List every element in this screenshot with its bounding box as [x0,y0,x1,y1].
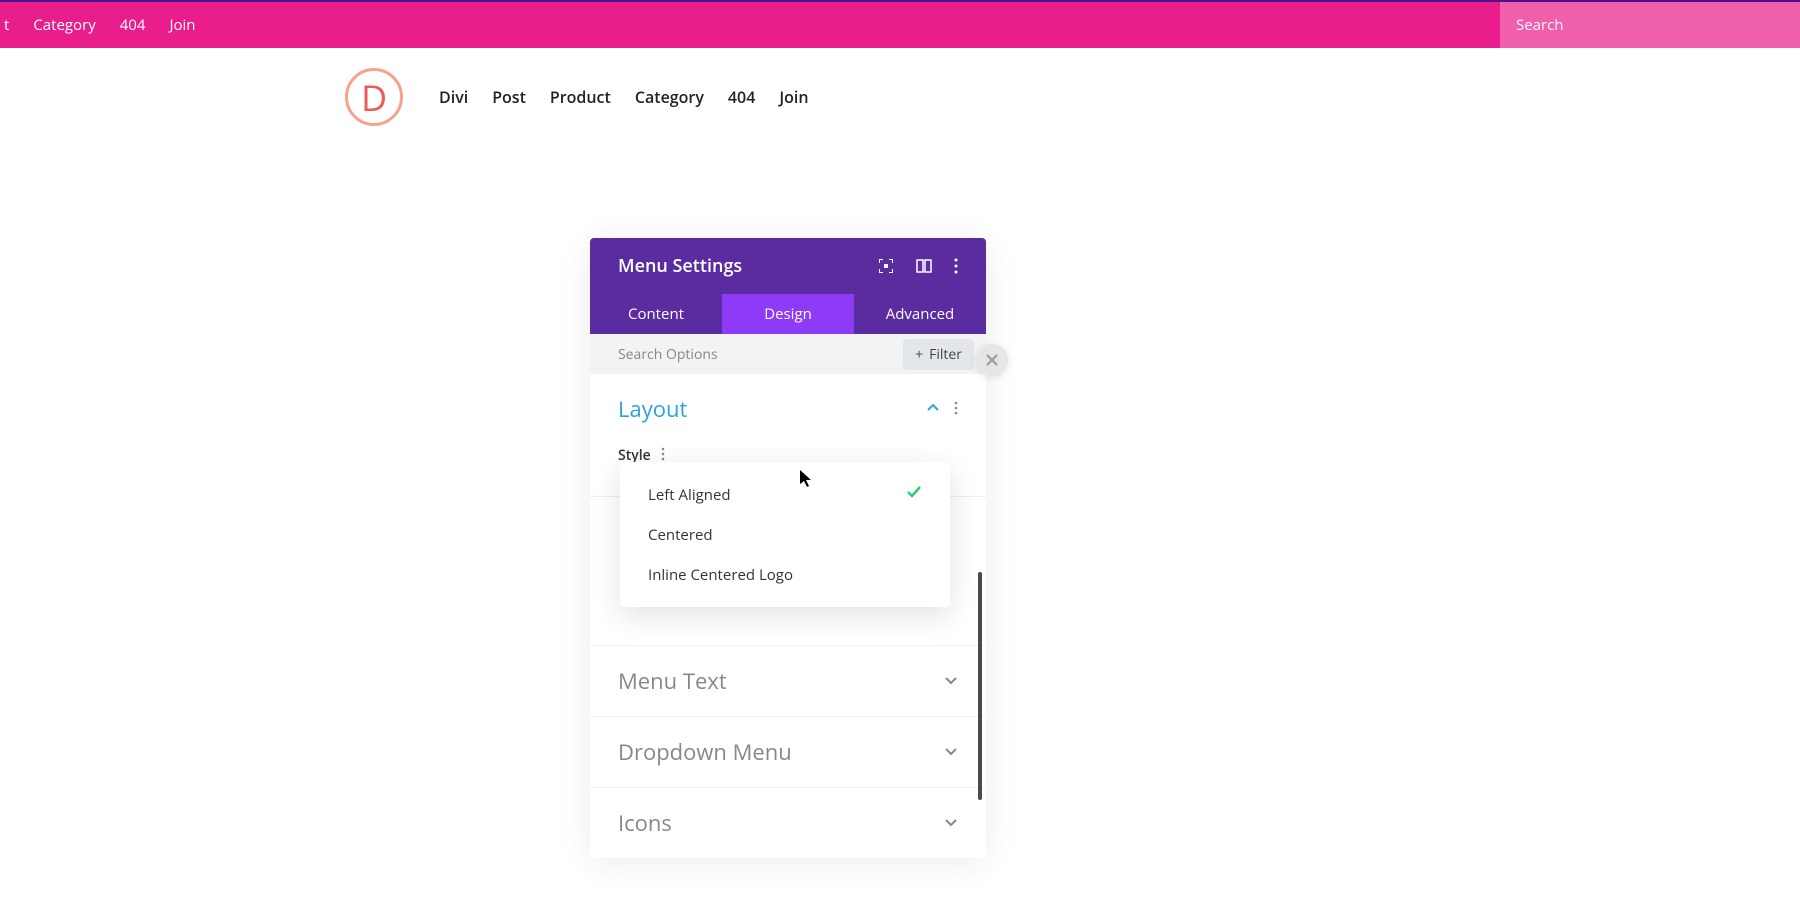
style-option-centered[interactable]: Centered [620,515,950,555]
collapsed-sections: Menu Text Dropdown Menu Icons [590,645,986,858]
modal-header-icons [878,258,958,274]
close-icon [984,352,1000,368]
section-dropdown-menu[interactable]: Dropdown Menu [590,716,986,787]
nav-link-product[interactable]: Product [550,86,611,108]
option-label: Centered [648,525,713,545]
tab-advanced[interactable]: Advanced [854,294,986,334]
close-modal-button[interactable] [976,344,1008,376]
section-icons[interactable]: Icons [590,787,986,858]
nav-link-404[interactable]: 404 [728,86,755,108]
focus-icon[interactable] [878,258,894,274]
top-pink-bar: t Category 404 Join [0,0,1800,48]
topbar-item-join[interactable]: Join [169,15,195,35]
section-menu-text[interactable]: Menu Text [590,645,986,716]
option-label: Inline Centered Logo [648,565,793,585]
chevron-down-icon [944,741,958,763]
tab-design[interactable]: Design [722,294,854,334]
section-icons-title: Icons [618,808,672,838]
topbar-search-input[interactable] [1516,15,1800,35]
main-nav-links: Divi Post Product Category 404 Join [439,86,809,108]
section-layout-head[interactable]: Layout [590,374,986,444]
topbar-item-404[interactable]: 404 [120,15,146,35]
chevron-up-icon[interactable] [926,398,940,420]
nav-link-category[interactable]: Category [635,86,704,108]
modal-tabs: Content Design Advanced [590,294,986,334]
nav-link-divi[interactable]: Divi [439,86,468,108]
search-options-row: + Filter [590,334,986,374]
section-menu-text-title: Menu Text [618,666,727,696]
topbar-links: t Category 404 Join [0,15,196,35]
style-dropdown: Left Aligned Centered Inline Centered Lo… [620,462,950,607]
modal-scrollbar[interactable] [978,572,982,800]
style-option-left-aligned[interactable]: Left Aligned [620,474,950,515]
option-label: Left Aligned [648,485,731,505]
section-controls [926,398,958,420]
tab-content[interactable]: Content [590,294,722,334]
topbar-search-wrap [1500,2,1800,48]
chevron-down-icon [944,670,958,692]
filter-button[interactable]: + Filter [903,339,974,370]
modal-title: Menu Settings [618,254,742,278]
plus-icon: + [915,345,923,364]
check-icon [906,484,922,505]
topbar-item-t[interactable]: t [4,15,9,35]
kebab-icon[interactable] [954,258,958,274]
main-nav: D Divi Post Product Category 404 Join [0,48,1800,146]
topbar-item-category[interactable]: Category [33,15,95,35]
chevron-down-icon [944,812,958,834]
style-option-inline-centered-logo[interactable]: Inline Centered Logo [620,555,950,595]
search-options-input[interactable] [618,345,903,364]
filter-label: Filter [929,345,962,364]
nav-link-post[interactable]: Post [492,86,526,108]
section-kebab-icon[interactable] [954,398,958,420]
columns-icon[interactable] [916,258,932,274]
nav-link-join[interactable]: Join [779,86,808,108]
section-dropdown-menu-title: Dropdown Menu [618,737,792,767]
section-layout-title: Layout [618,394,687,424]
modal-header[interactable]: Menu Settings [590,238,986,294]
divi-logo[interactable]: D [345,68,403,126]
